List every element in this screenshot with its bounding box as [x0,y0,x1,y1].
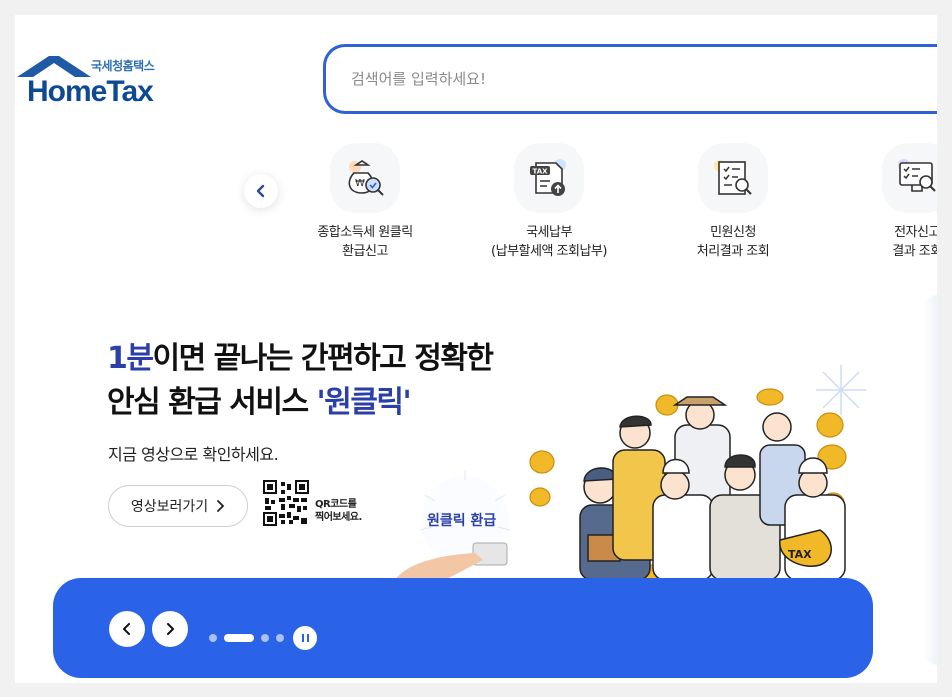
quick-menu-item-tax-payment[interactable]: TAX 국세납부 (납부할세액 조회납부) [464,143,634,261]
workers-group: TAX [579,396,846,580]
logo-subtitle: 국세청홈택스 [91,59,155,73]
pause-icon [301,634,304,642]
hometax-logo[interactable]: 국세청홈택스 HomeTax [15,53,175,109]
banner-title-highlight: 1분 [107,341,154,376]
chevron-left-icon [123,623,130,635]
banner-next-button[interactable] [152,611,188,647]
slide-indicators [209,626,317,650]
chevron-right-icon [217,500,225,512]
quick-menu-item-refund[interactable]: ₩ 종합소득세 원클릭 환급신고 [280,143,450,261]
money-bag-search-icon: ₩ [348,160,384,196]
chevron-left-icon [256,184,265,198]
banner-subtitle: 지금 영상으로 확인하세요. [108,445,279,464]
pause-button[interactable] [293,626,317,650]
qr-code-icon [263,480,309,526]
quick-menu-label-line1: 민원신청 [710,225,756,240]
svg-text:원클릭 환급: 원클릭 환급 [427,512,496,529]
quick-menu-label-line1: 전자신고 [894,225,937,240]
chevron-right-icon [167,623,174,635]
refund-illustration: 원클릭 환급 TAX [395,365,866,580]
quick-menu-prev-button[interactable] [244,174,278,208]
qr-caption: QR코드를 찍어보세요. [315,499,362,523]
watch-video-label: 영상보러가기 [130,499,209,515]
quick-menu-label-line2: 처리결과 조회 [696,244,770,259]
monitor-search-icon [898,159,936,192]
search-box [323,44,937,114]
slide-dot-active[interactable] [224,634,254,642]
quick-menu-label-line1: 국세납부 [526,225,572,240]
banner-title-line2: 안심 환급 서비스 [107,385,317,420]
next-panel-edge [923,295,937,665]
svg-text:₩: ₩ [355,178,365,189]
quick-menu-label-line2: (납부할세액 조회납부) [491,244,607,259]
banner-control-bar [53,578,873,678]
document-search-icon [714,160,752,195]
logo-wordmark: HomeTax [27,75,154,108]
quick-menu-label-line2: 결과 조회 [892,244,937,259]
slide-dot[interactable] [209,634,217,642]
banner-prev-button[interactable] [109,611,145,647]
watch-video-button[interactable]: 영상보러가기 [108,485,248,527]
quick-menu-item-civil-complaint[interactable]: 민원신청 처리결과 조회 [648,143,818,261]
page: 국세청홈택스 HomeTax ₩ 종합소득세 원클릭 환급신고 [15,15,937,683]
svg-text:TAX: TAX [788,548,812,561]
slide-dot[interactable] [261,634,269,642]
tax-bill-icon: TAX [530,159,566,196]
quick-menu-label-line1: 종합소득세 원클릭 [317,225,413,240]
slide-dot[interactable] [276,634,284,642]
quick-menu-label-line2: 환급신고 [342,244,388,259]
quick-menu-item-e-filing[interactable]: 전자신고 결과 조회 [832,143,937,261]
one-click-badge: 원클릭 환급 [395,470,511,580]
search-input[interactable] [351,70,751,88]
svg-text:TAX: TAX [533,168,549,176]
